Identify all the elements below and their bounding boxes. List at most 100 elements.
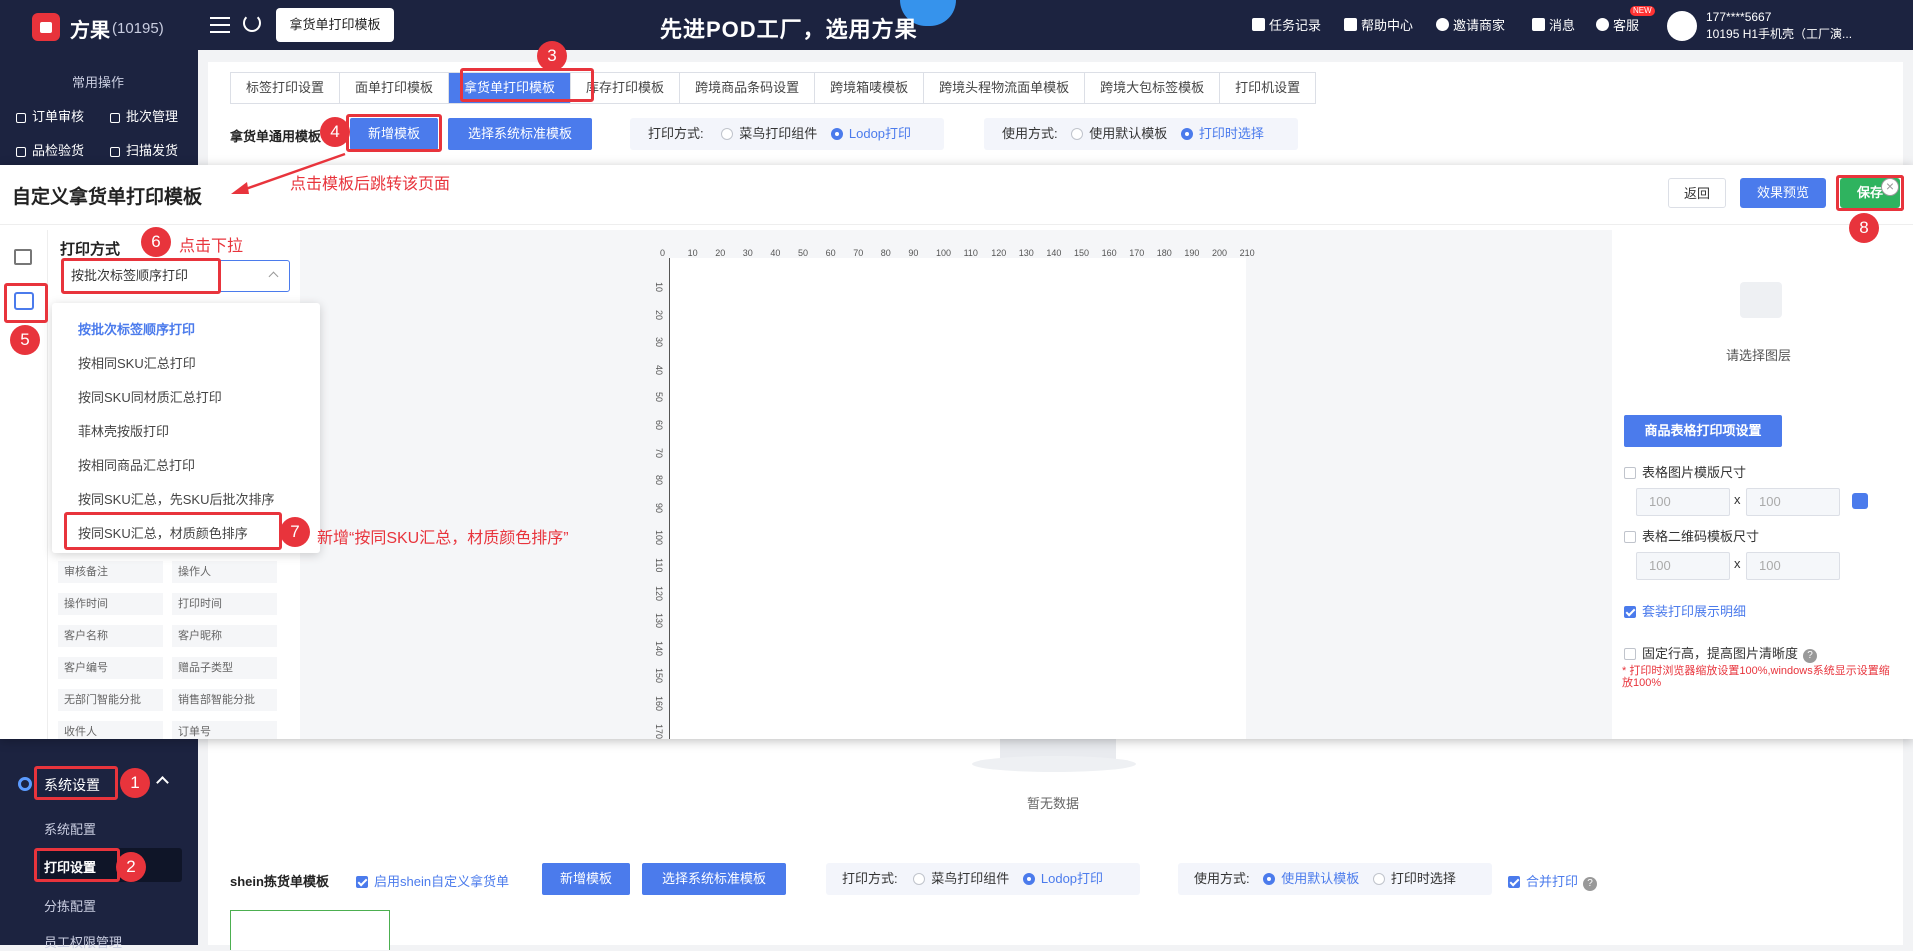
annotation-step-6: 6 [141, 227, 171, 257]
back-button[interactable]: 返回 [1668, 178, 1726, 208]
use-mode-default[interactable]: 使用默认模板 [1071, 126, 1167, 141]
times-sign: x [1734, 492, 1741, 507]
sidebar-quick-inspection[interactable]: 品检验货 [16, 140, 84, 159]
tab-box-mark[interactable]: 跨境箱唛模板 [814, 72, 924, 104]
shein-enable-checkbox[interactable]: 启用shein自定义拿货单 [356, 871, 509, 890]
ruler-tick-label: 60 [654, 420, 664, 431]
slogan: 先进POD工厂，选用方果 [660, 17, 918, 42]
select-standard-button[interactable]: 选择系统标准模板 [448, 118, 592, 150]
ruler-tick-label: 20 [715, 248, 726, 258]
field-chip[interactable]: 操作人 [172, 561, 277, 583]
layers-icon[interactable] [14, 249, 32, 265]
template-thumbnail[interactable] [230, 910, 390, 950]
qr-size-checkbox[interactable]: 表格二维码模板尺寸 [1624, 526, 1759, 545]
qr-height-input[interactable]: 100 [1746, 552, 1840, 580]
preview-button[interactable]: 效果预览 [1740, 178, 1826, 208]
field-chip[interactable]: 订单号 [172, 721, 277, 739]
chevron-up-icon [268, 271, 279, 282]
tab-big-package[interactable]: 跨境大包标签模板 [1084, 72, 1220, 104]
shein-use-default[interactable]: 使用默认模板 [1263, 871, 1359, 886]
suit-detail-checkbox[interactable]: 套装打印展示明细 [1624, 601, 1746, 620]
field-chip[interactable]: 无部门智能分批 [58, 689, 163, 711]
field-chip[interactable]: 客户名称 [58, 625, 163, 647]
help-icon [1344, 18, 1357, 31]
open-page-tab[interactable]: 拿货单打印模板 [276, 8, 394, 42]
shein-new-template-button[interactable]: 新增模板 [542, 863, 630, 895]
sidebar-item-sorting[interactable]: 分拣配置 [44, 896, 96, 915]
option-same-product[interactable]: 按相同商品汇总打印 [78, 455, 195, 474]
use-mode-select[interactable]: 打印时选择 [1180, 126, 1264, 141]
field-chip[interactable]: 操作时间 [58, 593, 163, 615]
times-sign: x [1734, 556, 1741, 571]
fixed-row-checkbox[interactable]: 固定行高，提高图片清晰度? [1624, 643, 1818, 663]
annotation-box-3 [460, 68, 594, 102]
field-chip[interactable]: 客户昵称 [172, 625, 277, 647]
refresh-icon[interactable] [243, 14, 261, 32]
color-swatch[interactable] [1852, 493, 1868, 509]
ruler-tick-label: 10 [654, 282, 664, 293]
tab-first-leg[interactable]: 跨境头程物流面单模板 [923, 72, 1085, 104]
field-chip[interactable]: 销售部智能分批 [172, 689, 277, 711]
annotation-box-8-full [1836, 175, 1904, 211]
ruler-tick-label: 90 [908, 248, 919, 258]
print-mode-lodop[interactable]: Lodop打印 [830, 126, 911, 141]
modal-title: 自定义拿货单打印模板 [12, 187, 203, 208]
option-film-case[interactable]: 菲林壳按版打印 [78, 421, 169, 440]
ruler-tick-label: 150 [1074, 248, 1090, 258]
customer-service-link[interactable]: 客服 [1596, 15, 1639, 34]
field-chip[interactable]: 客户编号 [58, 657, 163, 679]
sidebar-quick-scan-ship[interactable]: 扫描发货 [110, 140, 178, 159]
tab-waybill[interactable]: 面单打印模板 [339, 72, 449, 104]
tab-printer[interactable]: 打印机设置 [1219, 72, 1317, 104]
sidebar-item-staff[interactable]: 员工权限管理 [44, 932, 122, 951]
menu-toggle-icon[interactable] [210, 17, 230, 33]
empty-illustration-shadow [972, 756, 1136, 772]
ruler-tick-label: 50 [798, 248, 809, 258]
avatar[interactable] [1667, 11, 1697, 41]
merge-print-checkbox[interactable]: 合并打印? [1508, 871, 1598, 891]
option-same-sku-material[interactable]: 按同SKU同材质汇总打印 [78, 387, 222, 406]
option-same-sku[interactable]: 按相同SKU汇总打印 [78, 353, 196, 372]
ruler-tick-label: 150 [654, 668, 664, 684]
img-height-input[interactable]: 100 [1746, 488, 1840, 516]
shein-print-cainiao[interactable]: 菜鸟打印组件 [913, 871, 1009, 886]
brand-count: (10195) [112, 20, 164, 37]
field-chip[interactable]: 收件人 [58, 721, 163, 739]
section-label: 拿货单通用模板 [230, 129, 322, 144]
annotation-box-5 [4, 283, 48, 323]
ruler-tick-label: 30 [742, 248, 753, 258]
ruler-tick-label: 40 [770, 248, 781, 258]
ruler-tick-label: 80 [880, 248, 891, 258]
sidebar-quick-batch[interactable]: 批次管理 [110, 106, 178, 125]
field-chip[interactable]: 打印时间 [172, 593, 277, 615]
ruler-tick-label: 120 [654, 585, 664, 601]
tab-label-print[interactable]: 标签打印设置 [230, 72, 340, 104]
option-sku-then-batch[interactable]: 按同SKU汇总，先SKU后批次排序 [78, 489, 274, 508]
annotation-dropdown-note: 点击下拉 [179, 238, 244, 255]
tab-barcode[interactable]: 跨境商品条码设置 [679, 72, 815, 104]
field-chip[interactable]: 审核备注 [58, 561, 163, 583]
help-center-link[interactable]: 帮助中心 [1344, 15, 1413, 34]
help-icon: ? [1583, 877, 1598, 891]
field-chip[interactable]: 赠品子类型 [172, 657, 277, 679]
shein-print-lodop[interactable]: Lodop打印 [1022, 871, 1103, 886]
invite-merchant-link[interactable]: 邀请商家 [1436, 15, 1505, 34]
sidebar-quick-order-review[interactable]: 订单审核 [16, 106, 84, 125]
message-link[interactable]: 消息 [1532, 15, 1575, 34]
print-mode-cainiao[interactable]: 菜鸟打印组件 [721, 126, 817, 141]
shein-use-select[interactable]: 打印时选择 [1372, 871, 1456, 886]
img-width-input[interactable]: 100 [1636, 488, 1730, 516]
qr-width-input[interactable]: 100 [1636, 552, 1730, 580]
sidebar-item-system-config[interactable]: 系统配置 [44, 819, 96, 838]
ruler-tick-label: 110 [963, 248, 978, 258]
ruler-tick-label: 100 [936, 248, 952, 258]
task-record-link[interactable]: 任务记录 [1252, 15, 1321, 34]
template-paper[interactable] [669, 258, 1246, 739]
use-mode-group: 使用方式: 使用默认模板 打印时选择 [984, 118, 1298, 150]
no-data-text: 暂无数据 [1027, 796, 1080, 811]
img-size-checkbox[interactable]: 表格图片模版尺寸 [1624, 462, 1746, 481]
table-settings-button[interactable]: 商品表格打印项设置 [1624, 415, 1782, 447]
option-batch-label-order[interactable]: 按批次标签顺序打印 [78, 319, 195, 338]
shein-select-standard-button[interactable]: 选择系统标准模板 [642, 863, 786, 895]
ruler-tick-label: 160 [1101, 248, 1117, 258]
